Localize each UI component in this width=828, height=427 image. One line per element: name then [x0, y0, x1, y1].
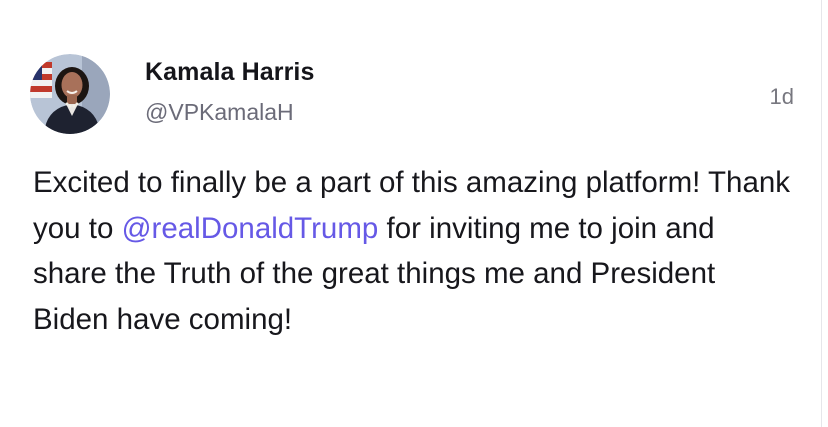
avatar-photo — [30, 54, 110, 134]
mention-link[interactable]: @realDonaldTrump — [122, 212, 379, 245]
post-timestamp[interactable]: 1d — [770, 84, 794, 110]
card-divider — [821, 0, 822, 427]
post-text: Excited to finally be a part of this ama… — [33, 160, 793, 342]
author-name[interactable]: Kamala Harris — [145, 58, 314, 87]
author-avatar[interactable] — [30, 54, 110, 134]
author-handle[interactable]: @VPKamalaH — [145, 99, 294, 126]
post-card[interactable]: Kamala Harris @VPKamalaH 1d Excited to f… — [0, 0, 828, 427]
